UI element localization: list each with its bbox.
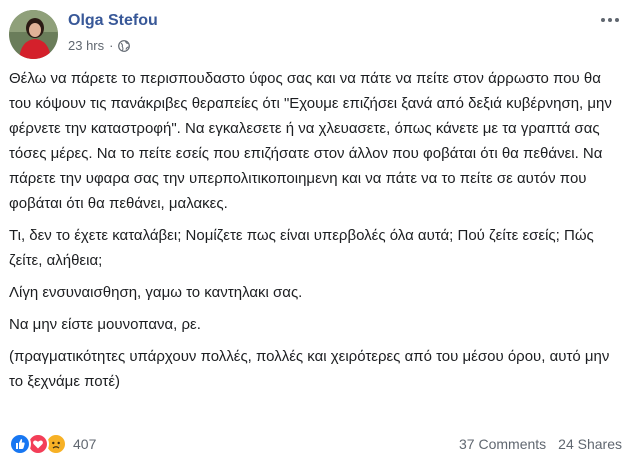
more-dot-icon	[608, 18, 612, 22]
globe-icon[interactable]	[118, 39, 131, 52]
post-footer: 407 37 Comments 24 Shares	[9, 432, 622, 456]
author-name[interactable]: Olga Stefou	[68, 12, 158, 30]
avatar[interactable]	[9, 10, 58, 59]
engagement-stats: 37 Comments 24 Shares	[459, 436, 622, 452]
post-meta: 23 hrs ·	[68, 38, 131, 53]
post-paragraph: Να μην είστε μουνοπανα, ρε.	[9, 316, 201, 333]
facebook-post: Olga Stefou 23 hrs · Θέλω να πάρετε το π…	[0, 0, 631, 464]
more-dot-icon	[615, 18, 619, 22]
meta-separator: ·	[109, 38, 114, 53]
post-paragraph: (πραγματικότητες υπάρχουν πολλές, πολλές…	[9, 348, 610, 390]
more-options-button[interactable]	[599, 12, 621, 28]
post-paragraph: Λίγη ενσυναισθηση, γαμω το καντηλακι σας…	[9, 284, 303, 301]
reaction-count[interactable]: 407	[73, 436, 96, 452]
like-icon	[9, 433, 31, 455]
shares-count-link[interactable]: 24 Shares	[558, 436, 622, 452]
more-dot-icon	[601, 18, 605, 22]
post-paragraph: Θέλω να πάρετε το περισπουδαστο ύφος σας…	[9, 70, 612, 212]
reactions-summary[interactable]: 407	[9, 433, 96, 455]
post-paragraph: Τι, δεν το έχετε καταλάβει; Νομίζετε πως…	[9, 227, 594, 269]
post-body: Θέλω να πάρετε το περισπουδαστο ύφος σας…	[9, 66, 621, 401]
post-timestamp[interactable]: 23 hrs	[68, 38, 104, 53]
comments-count-link[interactable]: 37 Comments	[459, 436, 546, 452]
